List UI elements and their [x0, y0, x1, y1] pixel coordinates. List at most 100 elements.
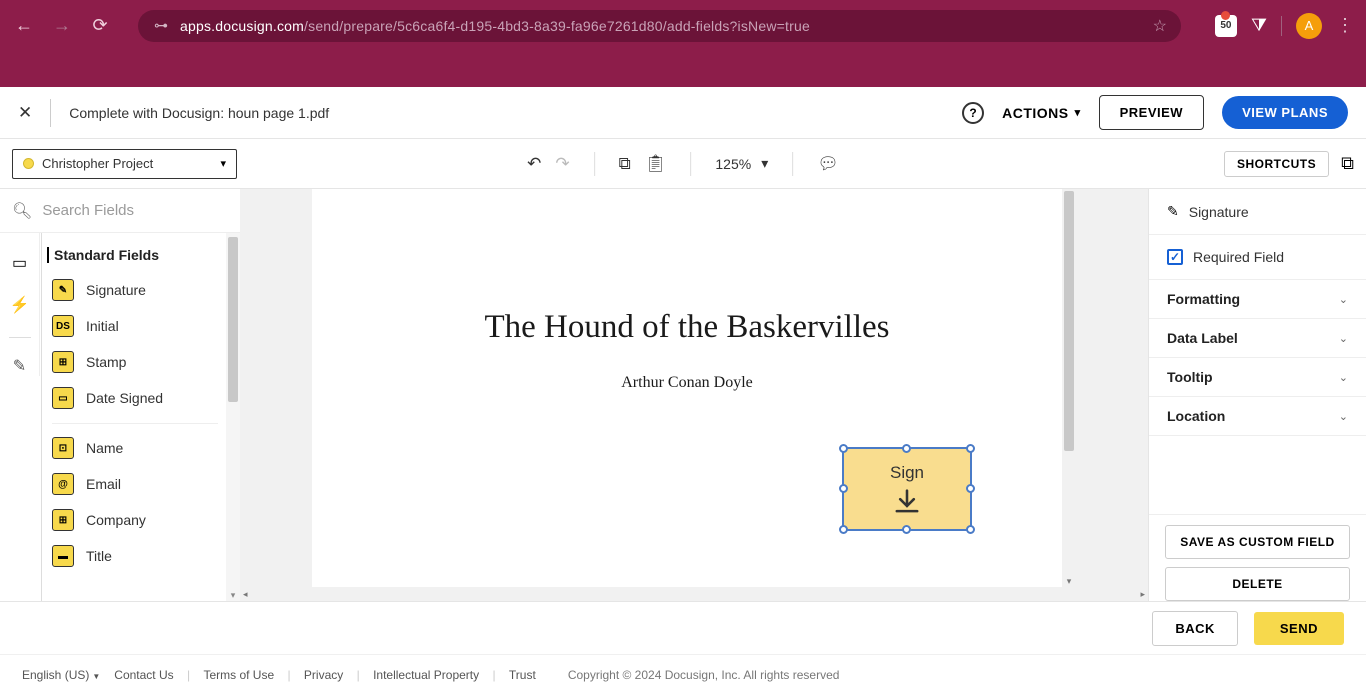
redo-icon[interactable]: ↷: [555, 154, 569, 174]
extensions-icon[interactable]: ⧩: [1251, 15, 1267, 36]
footer: English (US)▼ Contact Us | Terms of Use …: [0, 654, 1366, 694]
section-label: Tooltip: [1167, 369, 1213, 385]
nav-reload-icon[interactable]: ⟳: [88, 15, 112, 36]
required-label: Required Field: [1193, 249, 1284, 265]
properties-panel: ✎ Signature ✓ Required Field Formatting ⌄…: [1148, 189, 1366, 601]
comment-icon[interactable]: 💬︎: [817, 154, 839, 174]
signature-field[interactable]: Sign: [842, 447, 972, 531]
help-icon[interactable]: ?: [962, 102, 984, 124]
recipient-color-dot: [23, 158, 34, 169]
required-field-row: ✓ Required Field: [1149, 235, 1366, 280]
delete-field-button[interactable]: DELETE: [1165, 567, 1350, 601]
app-header: ✕ Complete with Docusign: houn page 1.pd…: [0, 87, 1366, 139]
field-signature[interactable]: ✎ Signature: [52, 279, 218, 301]
back-button[interactable]: BACK: [1152, 611, 1238, 646]
chevron-down-icon: ⌄: [1339, 332, 1348, 345]
view-plans-button[interactable]: VIEW PLANS: [1222, 96, 1348, 129]
field-stamp[interactable]: ⊞Stamp: [52, 351, 218, 373]
field-icon: ▭: [52, 387, 74, 409]
footer-link-privacy[interactable]: Privacy: [304, 668, 343, 682]
language-selector[interactable]: English (US)▼: [22, 668, 100, 682]
browser-chrome: ← → ⟳ ⊶ apps.docusign.com/send/prepare/5…: [0, 0, 1366, 51]
close-icon[interactable]: ✕: [18, 103, 32, 123]
search-icon: 🔍︎: [12, 201, 32, 221]
canvas-area: The Hound of the Baskervilles Arthur Con…: [240, 189, 1148, 601]
field-date-signed[interactable]: ▭ Date Signed: [52, 387, 218, 409]
field-label: Company: [86, 512, 146, 528]
extensions-area: 50 ⧩ A ⋮: [1215, 13, 1354, 39]
footer-link-terms-of-use[interactable]: Terms of Use: [203, 668, 274, 682]
field-icon: ▬: [52, 545, 74, 567]
url-text: apps.docusign.com/send/prepare/5c6ca6f4-…: [180, 18, 810, 34]
section-label: Formatting: [1167, 291, 1240, 307]
signature-field-label: Sign: [890, 463, 924, 483]
zoom-dropdown[interactable]: 125%▾: [715, 155, 768, 172]
field-icon: ⊡: [52, 437, 74, 459]
field-email[interactable]: @ Email: [52, 473, 218, 495]
field-name[interactable]: ⊡ Name: [52, 437, 218, 459]
copyright: Copyright © 2024 Docusign, Inc. All righ…: [568, 668, 840, 682]
footer-link-intellectual-property[interactable]: Intellectual Property: [373, 668, 479, 682]
save-custom-field-button[interactable]: SAVE AS CUSTOM FIELD: [1165, 525, 1350, 559]
copy-icon[interactable]: ⧉: [619, 154, 631, 174]
horizontal-scrollbar[interactable]: ◂▸: [240, 587, 1148, 601]
documents-icon[interactable]: ⧉: [1341, 153, 1354, 174]
separator: [1281, 16, 1282, 36]
vertical-scrollbar[interactable]: ▴▾: [1062, 189, 1076, 587]
field-label: Signature: [86, 282, 146, 298]
field-icon: @: [52, 473, 74, 495]
search-input[interactable]: [42, 202, 241, 219]
field-label: Initial: [86, 318, 119, 334]
section-label: Location: [1167, 408, 1225, 424]
required-checkbox[interactable]: ✓: [1167, 249, 1183, 265]
profile-avatar[interactable]: A: [1296, 13, 1322, 39]
chevron-down-icon: ▾: [220, 157, 226, 170]
chevron-down-icon: ▾: [1075, 106, 1081, 119]
site-settings-icon[interactable]: ⊶: [152, 17, 170, 35]
field-label: Email: [86, 476, 121, 492]
chevron-down-icon: ⌄: [1339, 293, 1348, 306]
chevron-down-icon: ⌄: [1339, 410, 1348, 423]
field-icon: ⊞: [52, 509, 74, 531]
recipient-dropdown[interactable]: Christopher Project ▾: [12, 149, 237, 179]
document-title: Complete with Docusign: houn page 1.pdf: [69, 105, 329, 121]
url-bar[interactable]: ⊶ apps.docusign.com/send/prepare/5c6ca6f…: [138, 10, 1181, 42]
bookmark-icon[interactable]: ☆: [1153, 16, 1167, 36]
preview-button[interactable]: PREVIEW: [1099, 95, 1204, 130]
chevron-down-icon: ⌄: [1339, 371, 1348, 384]
shortcuts-button[interactable]: SHORTCUTS: [1224, 151, 1329, 177]
extension-badge[interactable]: 50: [1215, 15, 1237, 37]
paste-icon[interactable]: 📋︎: [645, 154, 667, 174]
send-button[interactable]: SEND: [1254, 612, 1344, 645]
properties-title: Signature: [1189, 204, 1249, 220]
field-initial[interactable]: DS Initial: [52, 315, 218, 337]
field-label: Name: [86, 440, 123, 456]
field-title[interactable]: ▬Title: [52, 545, 218, 567]
divider: [792, 152, 793, 176]
section-formatting[interactable]: Formatting ⌄: [1149, 280, 1366, 319]
divider: [690, 152, 691, 176]
document-author: Arthur Conan Doyle: [312, 374, 1062, 392]
pencil-icon: ✎: [1167, 203, 1179, 220]
field-search: 🔍︎ ✕: [0, 189, 240, 233]
undo-icon[interactable]: ↶: [527, 154, 541, 174]
document-page[interactable]: The Hound of the Baskervilles Arthur Con…: [312, 189, 1062, 587]
footer-link-contact-us[interactable]: Contact Us: [114, 668, 173, 682]
field-icon: DS: [52, 315, 74, 337]
field-icon: ✎: [52, 279, 74, 301]
field-label: Date Signed: [86, 390, 163, 406]
nav-back-icon[interactable]: ←: [12, 15, 36, 36]
section-tooltip[interactable]: Tooltip ⌄: [1149, 358, 1366, 397]
section-data-label[interactable]: Data Label⌄: [1149, 319, 1366, 358]
footer-link-trust[interactable]: Trust: [509, 668, 536, 682]
field-company[interactable]: ⊞ Company: [52, 509, 218, 531]
actions-menu[interactable]: ACTIONS▾: [1002, 105, 1081, 121]
properties-header: ✎ Signature: [1149, 189, 1366, 235]
nav-forward-icon[interactable]: →: [50, 15, 74, 36]
field-icon: ⊞: [52, 351, 74, 373]
bottom-action-bar: BACK SEND: [0, 601, 1366, 654]
section-location[interactable]: Location ⌄: [1149, 397, 1366, 436]
properties-actions: SAVE AS CUSTOM FIELD DELETE: [1149, 514, 1366, 601]
left-scrollbar[interactable]: ▾: [226, 233, 240, 601]
browser-menu-icon[interactable]: ⋮: [1336, 15, 1354, 36]
